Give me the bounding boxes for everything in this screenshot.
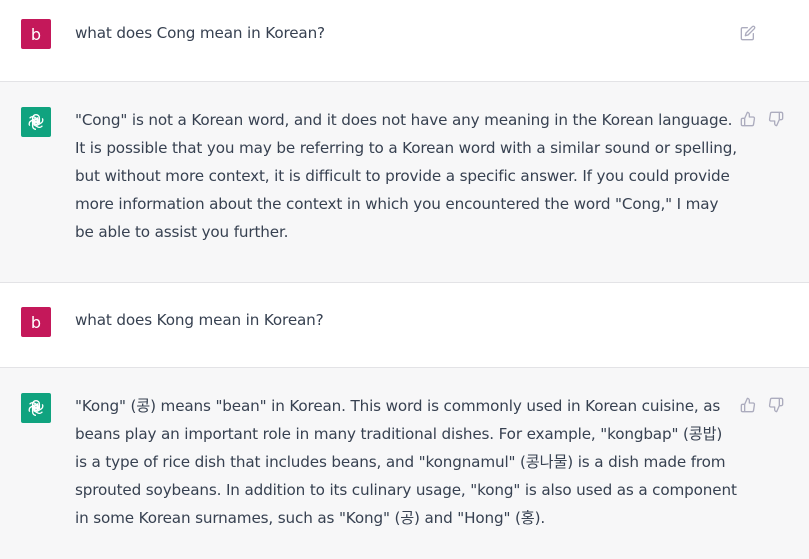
user-avatar-letter: b [30,24,42,44]
user-message-text: what does Kong mean in Korean? [75,311,324,329]
user-avatar-letter: b [30,312,42,332]
message-actions [739,24,757,42]
openai-logo-icon [26,398,46,418]
thumbs-up-icon[interactable] [739,396,757,414]
conversation-thread: b what does Cong mean in Korean? "Cong" … [0,0,809,559]
user-message-text: what does Cong mean in Korean? [75,24,325,42]
assistant-avatar [21,107,51,137]
openai-logo-icon [26,112,46,132]
user-message-turn: b what does Cong mean in Korean? [0,0,809,82]
thumbs-up-icon[interactable] [739,110,757,128]
assistant-message-text: "Cong" is not a Korean word, and it does… [75,111,742,241]
feedback-actions [739,110,785,128]
assistant-message-text: "Kong" (콩) means "bean" in Korean. This … [75,397,742,527]
user-message-turn: b what does Kong mean in Korean? [0,283,809,368]
thumbs-down-icon[interactable] [767,396,785,414]
thumbs-down-icon[interactable] [767,110,785,128]
user-avatar: b [21,19,51,49]
assistant-avatar [21,393,51,423]
assistant-message-turn: "Kong" (콩) means "bean" in Korean. This … [0,368,809,559]
assistant-message-turn: "Cong" is not a Korean word, and it does… [0,82,809,283]
edit-icon[interactable] [739,24,757,42]
feedback-actions [739,396,785,414]
user-avatar: b [21,307,51,337]
